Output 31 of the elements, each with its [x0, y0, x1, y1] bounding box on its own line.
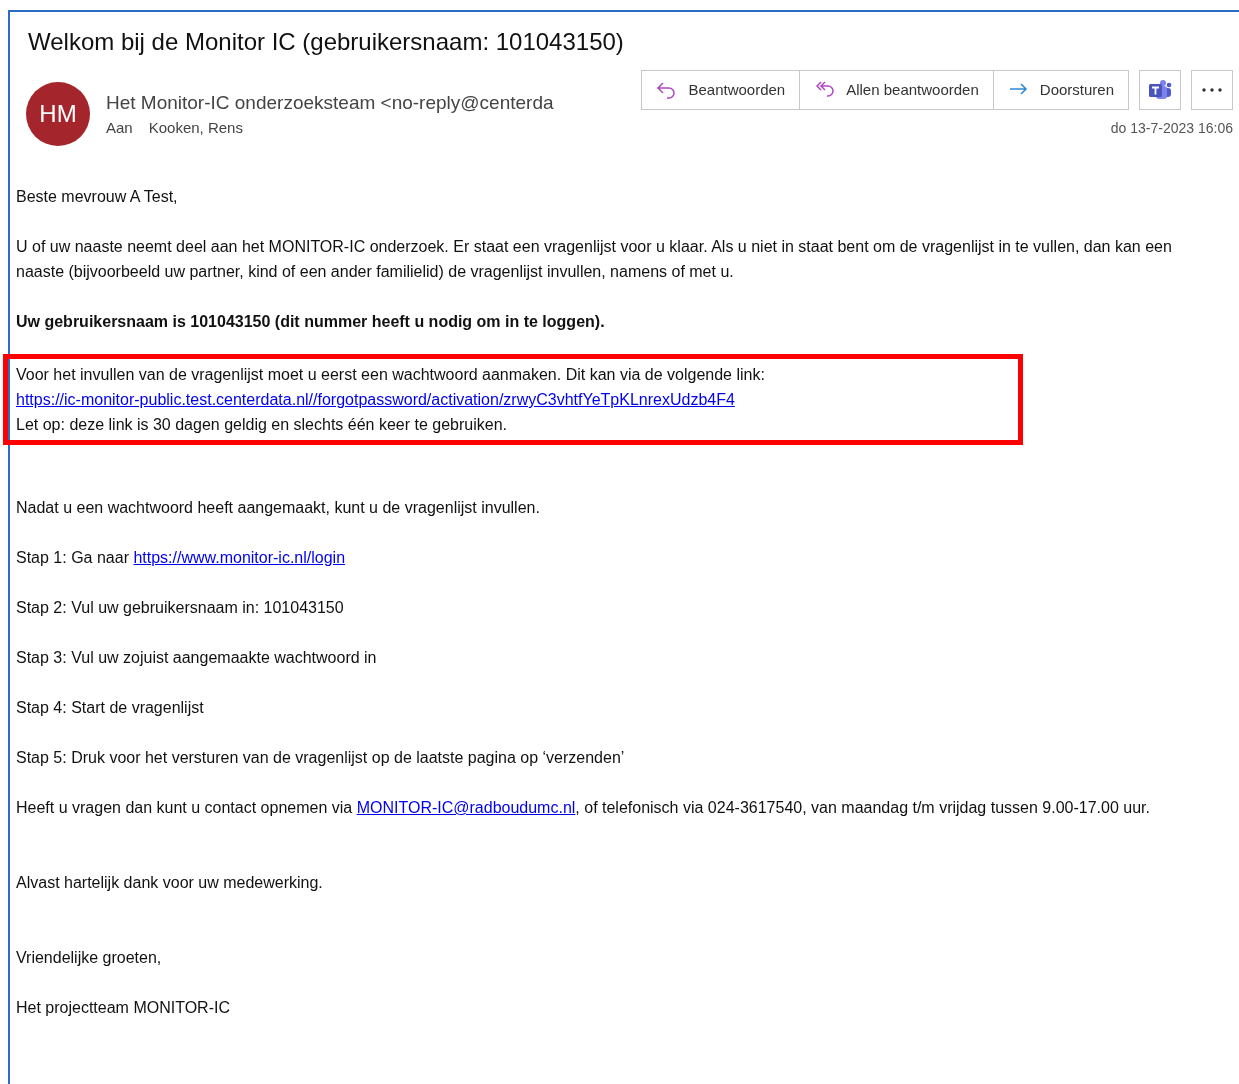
paragraph-text: Stap 1: Ga naar https://www.monitor-ic.nl/login: [16, 548, 347, 568]
link[interactable]: MONITOR-IC@radboudumc.nl: [356, 799, 576, 816]
paragraph-text: Uw gebruikersnaam is 101043150 (dit nummer heeft u nodig om in te loggen).: [16, 312, 606, 332]
link[interactable]: https://ic-monitor-public.test.centerdata.nl//forgotpassword/activation/zrwyC3vhtfYeTpKLnrexUdzb4F4: [16, 391, 735, 408]
teams-icon: [1148, 79, 1172, 101]
forward-button[interactable]: Doorsturen: [992, 70, 1129, 110]
paragraph-text: Stap 3: Vul uw zojuist aangemaakte wachtwoord in: [16, 648, 378, 668]
paragraph-text: Beste mevrouw A Test,: [16, 187, 179, 207]
sender-avatar: HM: [26, 82, 90, 146]
teams-button[interactable]: [1139, 70, 1181, 110]
email-subject: Welkom bij de Monitor IC (gebruikersnaam: 101043150): [28, 27, 625, 57]
reply-all-button[interactable]: Allen beantwoorden: [799, 70, 994, 110]
sender-name: Het Monitor-IC onderzoeksteam <no-reply@centerda: [106, 90, 554, 115]
link[interactable]: https://www.monitor-ic.nl/login: [133, 549, 346, 566]
paragraph-text: Let op: deze link is 30 dagen geldig en slechts één keer te gebruiken.: [16, 415, 508, 435]
paragraph-text: Vriendelijke groeten,: [16, 948, 163, 968]
sent-date: do 13-7-2023 16:06: [1110, 119, 1233, 138]
recipient-name: Kooken, Rens: [148, 118, 243, 138]
paragraph-text: Stap 4: Start de vragenlijst: [16, 698, 205, 718]
paragraph-text: Nadat u een wachtwoord heeft aangemaakt, kunt u de vragenlijst invullen.: [16, 498, 541, 518]
more-button[interactable]: [1191, 70, 1233, 110]
reply-button[interactable]: Beantwoorden: [641, 70, 801, 110]
paragraph-text: Het projectteam MONITOR-IC: [16, 998, 231, 1018]
paragraph-text: Stap 2: Vul uw gebruikersnaam in: 101043150: [16, 598, 345, 618]
paragraph-text: Stap 5: Druk voor het versturen van de vragenlijst op de laatste pagina op ‘verzenden’: [16, 748, 626, 768]
paragraph-text: Voor het invullen van de vragenlijst moet u eerst een wachtwoord aanmaken. Dit kan via de volgende link: https://ic-monitor-public.test.centerdata.nl//forgotpassword/activation/zrwyC3vhtfYeTpKLnrexUdzb4F4: [16, 365, 766, 410]
paragraph-text: Heeft u vragen dan kunt u contact opnemen via MONITOR-IC@radboudumc.nl, of telefonisch via 024-3617540, van maandag t/m vrijdag tussen 9.00-17.00 uur.: [16, 798, 1151, 818]
paragraph-text: U of uw naaste neemt deel aan het MONITOR-IC onderzoek. Er staat een vragenlijst voor u klaar. Als u niet in staat bent om de vragenlijst in te vullen, dan kan een naaste (bijvoorbeeld uw partner, kind of een ander familielid) de vragenlijst invullen, namens of met u.: [16, 237, 1173, 282]
recipient-label: Aan: [106, 118, 133, 138]
paragraph-text: Alvast hartelijk dank voor uw medewerking.: [16, 873, 324, 893]
more-icon: [1202, 88, 1222, 92]
